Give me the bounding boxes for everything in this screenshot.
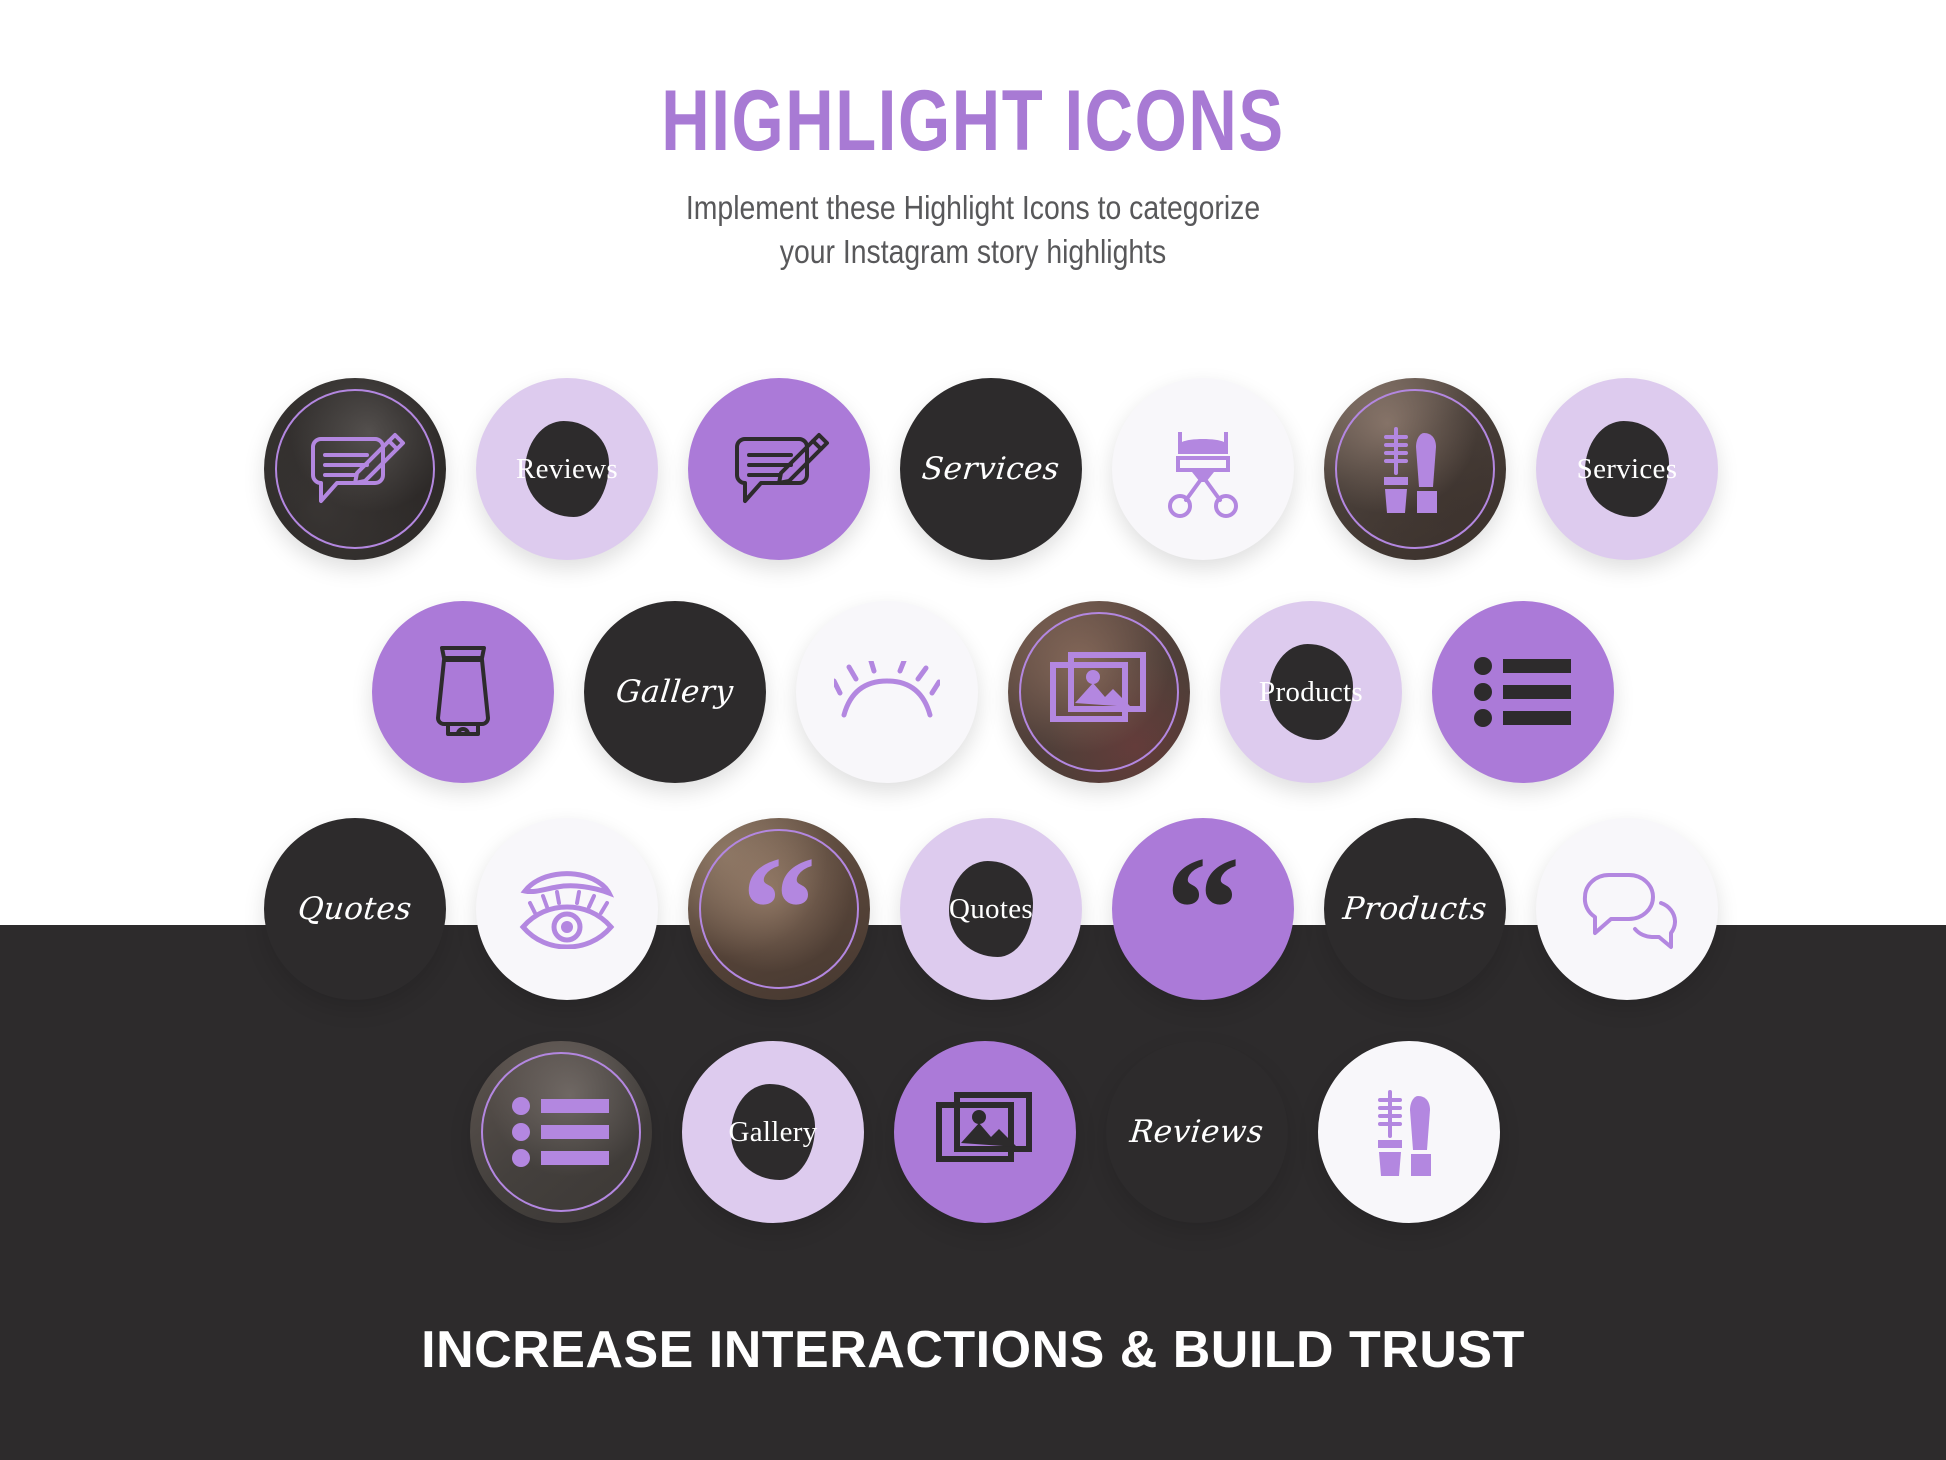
highlight-icon-r4c4[interactable]: Reviews (1106, 1041, 1288, 1223)
page-title: HIGHLIGHT ICONS (661, 73, 1285, 169)
highlight-label: Gallery (728, 1115, 818, 1148)
subtitle-line-1: Implement these Highlight Icons to categ… (685, 189, 1261, 226)
row-3: Quotes “ Quotes “ Products (264, 818, 1718, 1000)
highlight-icon-r3c6[interactable]: Products (1324, 818, 1506, 1000)
eye-brow-icon (515, 869, 619, 949)
highlight-icon-r2c5[interactable]: Products (1220, 601, 1402, 783)
slide-canvas: HIGHLIGHT ICONS Implement these Highligh… (0, 0, 1946, 1460)
chat-bubbles-icon (1577, 867, 1677, 951)
highlight-icon-r4c2[interactable]: Gallery (682, 1041, 864, 1223)
subtitle-line-2: your Instagram story highlights (779, 232, 1167, 270)
highlight-icon-r1c2[interactable]: Reviews (476, 378, 658, 560)
highlight-label-script: Products (1341, 891, 1489, 927)
highlight-label-script: Gallery (614, 674, 736, 710)
highlight-label-script: Quotes (296, 891, 414, 927)
highlight-label: Quotes (949, 892, 1033, 925)
gallery-photos-icon (935, 1089, 1035, 1175)
page-subtitle: Implement these Highlight Icons to categ… (136, 186, 1810, 273)
highlight-icon-r4c5[interactable] (1318, 1041, 1500, 1223)
highlight-icon-r2c4[interactable] (1008, 601, 1190, 783)
highlight-label-script: Reviews (1128, 1114, 1266, 1150)
bullet-list-icon (1473, 656, 1573, 728)
mascara-icon (1372, 421, 1458, 517)
highlight-icon-r4c3[interactable] (894, 1041, 1076, 1223)
highlight-label-script: Services (920, 451, 1062, 487)
highlight-icon-r3c3[interactable]: “ (688, 818, 870, 1000)
highlight-icon-r2c3[interactable] (796, 601, 978, 783)
quote-marks-icon: “ (1165, 826, 1241, 992)
mascara-icon (1366, 1084, 1452, 1180)
highlight-icon-r2c1[interactable] (372, 601, 554, 783)
highlight-icon-r1c6[interactable] (1324, 378, 1506, 560)
highlight-icon-r2c6[interactable] (1432, 601, 1614, 783)
highlight-icon-r3c5[interactable]: “ (1112, 818, 1294, 1000)
eyelash-arc-icon (834, 661, 940, 723)
highlight-icon-r1c1[interactable] (264, 378, 446, 560)
highlight-icon-r1c7[interactable]: Services (1536, 378, 1718, 560)
highlight-label: Products (1259, 675, 1363, 708)
row-2: Gallery Products (372, 601, 1614, 783)
cream-tube-icon (424, 642, 502, 742)
gallery-photos-icon (1049, 649, 1149, 735)
highlight-icon-r3c7[interactable] (1536, 818, 1718, 1000)
header-block: HIGHLIGHT ICONS Implement these Highligh… (0, 0, 1946, 273)
highlight-icon-r3c4[interactable]: Quotes (900, 818, 1082, 1000)
footer-tagline: INCREASE INTERACTIONS & BUILD TRUST (421, 1321, 1525, 1379)
highlight-icon-r3c2[interactable] (476, 818, 658, 1000)
speech-bubble-pencil-icon (727, 423, 831, 515)
highlight-icon-r4c1[interactable] (470, 1041, 652, 1223)
highlight-icon-r1c3[interactable] (688, 378, 870, 560)
highlight-icon-r1c5[interactable] (1112, 378, 1294, 560)
highlight-label: Reviews (516, 452, 618, 485)
highlight-icon-r3c1[interactable]: Quotes (264, 818, 446, 1000)
row-1: Reviews Services Services (264, 378, 1718, 560)
highlight-icon-r1c4[interactable]: Services (900, 378, 1082, 560)
eyelash-curler-icon (1162, 420, 1244, 518)
quote-marks-icon: “ (741, 826, 817, 992)
highlight-icon-r2c2[interactable]: Gallery (584, 601, 766, 783)
speech-bubble-pencil-icon (303, 423, 407, 515)
highlight-label: Services (1576, 452, 1678, 485)
bullet-list-icon (511, 1096, 611, 1168)
row-4: Gallery Reviews (470, 1041, 1500, 1223)
